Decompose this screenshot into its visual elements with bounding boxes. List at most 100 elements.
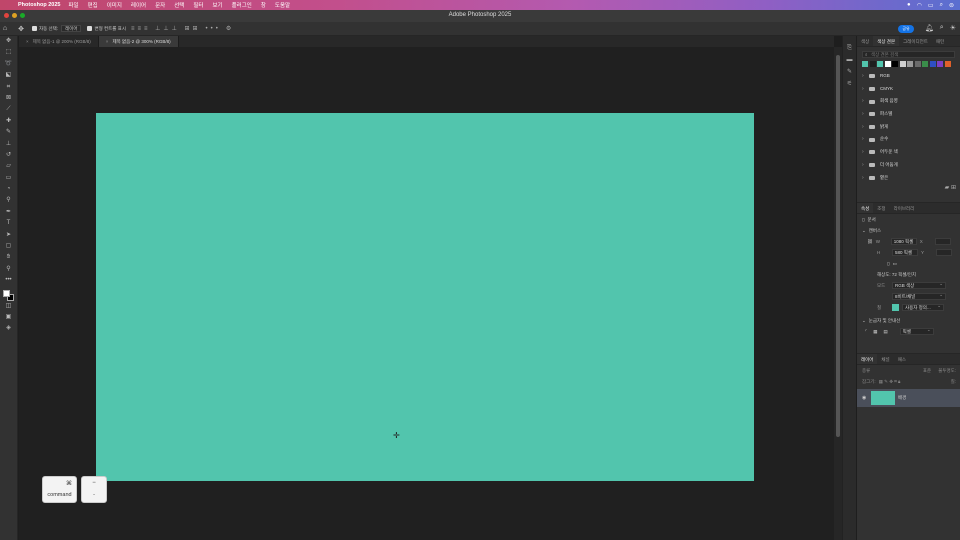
rectangle-tool-icon[interactable]: ▢ xyxy=(0,241,17,252)
recent-swatch[interactable] xyxy=(907,61,913,67)
tab-gradients[interactable]: 그레이디언트 xyxy=(899,36,932,46)
swatch-group-darker[interactable]: › 더 어둡게 xyxy=(857,159,960,172)
object-select-tool-icon[interactable]: ⬕ xyxy=(0,70,17,81)
recent-swatch[interactable] xyxy=(944,61,951,67)
guides-section-header[interactable]: ⌄ 눈금자 및 안내선 xyxy=(857,315,960,326)
tab-paths[interactable]: 패스 xyxy=(894,354,910,364)
swatch-group-cmyk[interactable]: › CMYK xyxy=(857,83,960,96)
share-button[interactable]: 공유 xyxy=(898,25,914,33)
move-tool-icon[interactable]: ✥ xyxy=(0,36,17,47)
crop-tool-icon[interactable]: ⌗ xyxy=(0,82,17,93)
eyedropper-tool-icon[interactable]: ⟋ xyxy=(0,104,17,115)
swatch-group-pale[interactable]: › 옅은 xyxy=(857,172,960,185)
recent-swatch[interactable] xyxy=(899,61,906,67)
status-app-icon[interactable]: ● xyxy=(907,2,911,8)
lightbulb-icon[interactable]: ☀︎ xyxy=(950,24,956,32)
transform-controls-checkbox[interactable]: 변형 컨트롤 표시 xyxy=(87,26,126,32)
blend-mode-label[interactable]: 표준 xyxy=(923,368,931,374)
swatch-group-grayscale[interactable]: › 회색 음영 xyxy=(857,95,960,108)
tab-document-2[interactable]: × 제목 없음-2 @ 300% (RGB/8) xyxy=(98,36,179,47)
frame-tool-icon[interactable]: ⊠ xyxy=(0,93,17,104)
comments-panel-icon[interactable]: ▬ xyxy=(843,54,856,66)
blur-tool-icon[interactable]: ◔ xyxy=(0,184,17,195)
tab-document-1[interactable]: × 제목 없음-1 @ 200% (RGB/8) xyxy=(19,36,99,47)
control-center-icon[interactable]: ⊜ xyxy=(949,2,954,9)
type-tool-icon[interactable]: T xyxy=(0,218,17,229)
swatch-group-dark[interactable]: › 어두운 색 xyxy=(857,146,960,159)
canvas-section-header[interactable]: ⌄ 캔버스 xyxy=(857,225,960,236)
layer-row-background[interactable]: ◉ 배경 xyxy=(857,389,960,408)
new-swatch-icon[interactable]: ⊞ xyxy=(951,185,956,191)
unit-dropdown[interactable]: 픽셀 xyxy=(899,327,934,336)
adjustments-icon[interactable]: ⚟ xyxy=(843,78,856,90)
menu-edit[interactable]: 편집 xyxy=(88,1,98,9)
search-icon[interactable]: ⌕ xyxy=(940,2,943,9)
foreground-color-swatch[interactable] xyxy=(3,289,10,297)
path-select-tool-icon[interactable]: ➤ xyxy=(0,230,17,241)
bell-icon[interactable]: 🔔︎ xyxy=(925,24,934,32)
recent-swatch[interactable] xyxy=(884,61,891,67)
app-menu-name[interactable]: Photoshop 2025 xyxy=(18,2,60,8)
menu-help[interactable]: 도움말 xyxy=(275,1,290,9)
brush-settings-icon[interactable]: ✎ xyxy=(843,66,856,78)
fill-dropdown[interactable]: 사용자 정의... xyxy=(902,303,944,312)
edit-toolbar-icon[interactable]: ••• xyxy=(0,275,17,286)
eye-icon[interactable]: ◉ xyxy=(862,395,868,401)
link-icon[interactable]: ⛓ xyxy=(867,239,873,245)
search-icon[interactable]: ⌕ xyxy=(940,24,944,32)
menu-plugins[interactable]: 플러그인 xyxy=(232,1,252,9)
height-input[interactable]: 580 픽셀 xyxy=(892,249,918,257)
tab-swatches[interactable]: 색상 견본 xyxy=(873,36,900,46)
home-icon[interactable]: ⌂ xyxy=(0,25,10,32)
recent-swatch[interactable] xyxy=(862,61,868,67)
healing-brush-tool-icon[interactable]: ✚ xyxy=(0,116,17,127)
menu-type[interactable]: 문자 xyxy=(155,1,165,9)
recent-swatch[interactable] xyxy=(877,61,883,67)
document-canvas[interactable] xyxy=(96,113,754,481)
kind-filter-label[interactable]: 종류 xyxy=(862,368,870,374)
bit-depth-dropdown[interactable]: 8비트/채널 xyxy=(892,292,946,301)
x-input[interactable] xyxy=(934,238,951,246)
auto-select-checkbox[interactable]: 자동 선택: xyxy=(32,26,58,32)
menu-image[interactable]: 이미지 xyxy=(107,1,122,9)
recent-swatch[interactable] xyxy=(914,61,921,67)
ruler-icon[interactable]: ⌜ xyxy=(865,329,867,335)
swatch-group-light[interactable]: › 밝게 xyxy=(857,121,960,134)
tab-properties[interactable]: 속성 xyxy=(857,203,874,214)
menu-window[interactable]: 창 xyxy=(261,1,266,9)
history-panel-icon[interactable]: ⎘ xyxy=(843,42,856,54)
recent-swatch[interactable] xyxy=(937,61,943,67)
history-brush-tool-icon[interactable]: ↺ xyxy=(0,150,17,161)
menu-view[interactable]: 보기 xyxy=(212,1,222,9)
landscape-icon[interactable]: ▭ xyxy=(892,261,896,267)
move-tool-icon[interactable]: ✥ xyxy=(16,25,26,33)
guides-icon[interactable]: ▤ xyxy=(883,329,887,335)
swatch-group-pure[interactable]: › 순수 xyxy=(857,133,960,146)
gear-icon[interactable]: ⚙ xyxy=(226,25,234,32)
tab-color[interactable]: 색상 xyxy=(857,36,873,46)
clone-stamp-tool-icon[interactable]: ⊥ xyxy=(0,139,17,150)
lock-icons[interactable]: ▦ ✎ ✥ ⌗ 🔒︎ xyxy=(879,379,901,385)
tab-patterns[interactable]: 패턴 xyxy=(932,36,948,46)
canvas-vertical-scrollbar[interactable] xyxy=(834,47,842,540)
brush-tool-icon[interactable]: ✎ xyxy=(0,127,17,138)
lasso-tool-icon[interactable]: ➰ xyxy=(0,59,17,70)
recent-swatch[interactable] xyxy=(892,61,898,67)
swatches-search-input[interactable]: ⌕ 색상 견본 검색 xyxy=(862,51,955,58)
battery-icon[interactable]: ▭ xyxy=(928,2,934,9)
grid-icon[interactable]: ▦ xyxy=(873,329,877,335)
generative-icon[interactable]: ◈ xyxy=(0,323,17,334)
tab-libraries[interactable]: 라이브러리 xyxy=(890,203,919,213)
dodge-tool-icon[interactable]: ⚲ xyxy=(0,195,17,206)
menu-filter[interactable]: 필터 xyxy=(193,1,203,9)
pen-tool-icon[interactable]: ✒ xyxy=(0,207,17,218)
color-swatches[interactable] xyxy=(0,287,17,301)
tab-channels[interactable]: 채널 xyxy=(877,354,893,364)
tab-adjustments[interactable]: 조정 xyxy=(873,203,889,213)
eraser-tool-icon[interactable]: ▱ xyxy=(0,161,17,172)
tab-layers[interactable]: 레이어 xyxy=(857,354,878,365)
screen-mode-icon[interactable]: ▣ xyxy=(0,312,17,323)
menu-file[interactable]: 파일 xyxy=(68,1,78,9)
quick-mask-icon[interactable]: ◫ xyxy=(0,301,17,312)
width-input[interactable]: 1080 픽셀 xyxy=(890,238,917,246)
